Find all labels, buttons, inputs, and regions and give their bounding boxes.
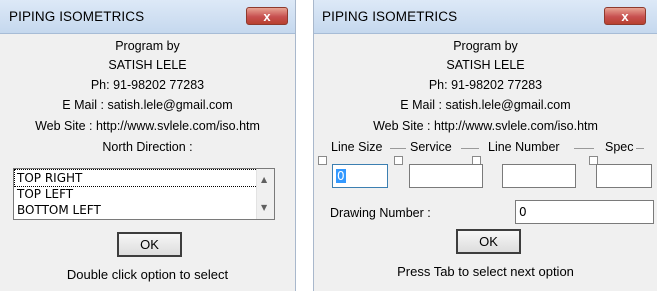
close-icon: x — [263, 9, 271, 24]
dialog-north-direction: PIPING ISOMETRICS x Program by SATISH LE… — [0, 0, 296, 291]
website-text: Web Site : http://www.svlele.com/iso.htm — [35, 119, 260, 133]
program-by-label: Program by — [453, 39, 518, 53]
line-size-value: 0 — [336, 169, 346, 183]
separator — [574, 148, 594, 149]
scroll-down-arrow-icon[interactable]: ▼ — [261, 203, 267, 212]
ok-button[interactable]: OK — [456, 229, 521, 254]
close-button[interactable]: x — [604, 7, 646, 25]
separator — [636, 148, 644, 149]
titlebar[interactable]: PIPING ISOMETRICS x — [314, 0, 657, 34]
window-title: PIPING ISOMETRICS — [322, 9, 458, 24]
line-size-label: Line Size — [331, 140, 383, 154]
dialog-line-details: PIPING ISOMETRICS x Program by SATISH LE… — [313, 0, 657, 291]
service-input[interactable] — [409, 164, 483, 188]
hint-text: Press Tab to select next option — [397, 264, 574, 279]
drawing-number-input[interactable]: 0 — [515, 200, 654, 224]
service-label: Service — [410, 140, 452, 154]
close-button[interactable]: x — [246, 7, 288, 25]
phone-text: Ph: 91-98202 77283 — [428, 78, 543, 92]
list-item[interactable]: TOP LEFT — [17, 186, 73, 202]
line-number-label: Line Number — [488, 140, 560, 154]
drawing-number-label: Drawing Number : — [330, 206, 431, 220]
window-title: PIPING ISOMETRICS — [9, 9, 145, 24]
author-name: SATISH LELE — [446, 58, 525, 72]
spec-input[interactable] — [596, 164, 652, 188]
service-checkbox[interactable] — [394, 156, 403, 165]
separator — [390, 148, 406, 149]
spec-label: Spec — [605, 140, 634, 154]
titlebar[interactable]: PIPING ISOMETRICS x — [0, 0, 295, 34]
author-name: SATISH LELE — [108, 58, 187, 72]
line-size-input[interactable]: 0 — [332, 164, 388, 188]
vertical-scrollbar[interactable]: ▲ ▼ — [256, 169, 274, 219]
website-text: Web Site : http://www.svlele.com/iso.htm — [373, 119, 598, 133]
program-by-label: Program by — [115, 39, 180, 53]
hint-text: Double click option to select — [66, 267, 229, 282]
line-size-checkbox[interactable] — [318, 156, 327, 165]
separator — [461, 148, 479, 149]
email-text: E Mail : satish.lele@gmail.com — [400, 98, 571, 112]
north-direction-listbox[interactable]: TOP RIGHT TOP LEFT BOTTOM LEFT ▲ ▼ — [13, 168, 275, 220]
list-item[interactable]: TOP RIGHT — [14, 169, 268, 187]
scroll-up-arrow-icon[interactable]: ▲ — [261, 175, 267, 184]
phone-text: Ph: 91-98202 77283 — [90, 78, 205, 92]
north-direction-label: North Direction : — [102, 140, 193, 154]
ok-button[interactable]: OK — [117, 232, 182, 257]
line-number-input[interactable] — [502, 164, 576, 188]
email-text: E Mail : satish.lele@gmail.com — [62, 98, 233, 112]
close-icon: x — [621, 9, 629, 24]
list-item[interactable]: BOTTOM LEFT — [17, 202, 101, 218]
